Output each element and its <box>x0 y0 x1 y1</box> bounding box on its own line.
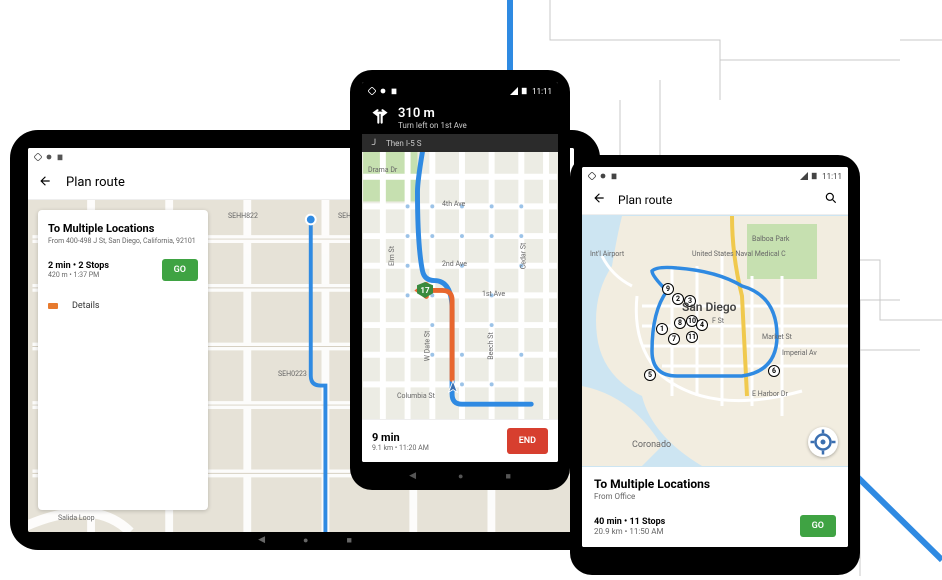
phone-navigation-device: 11:11 310 m Turn left on 1st Ave Then I-… <box>350 70 570 490</box>
plan-header: Plan route <box>582 185 848 215</box>
back-icon[interactable] <box>38 173 52 192</box>
route-duration: 2 min • 2 Stops <box>48 261 109 271</box>
bug-icon <box>379 87 387 95</box>
stop-pin[interactable]: 5 <box>644 369 656 381</box>
status-bar: 11:11 <box>362 82 558 100</box>
nav-back-icon[interactable]: ◀ <box>409 471 416 482</box>
nav-eta-panel: 9 min 9.1 km • 11:20 AM END <box>362 419 558 462</box>
delete-icon <box>610 172 618 180</box>
stop-chip-icon <box>48 303 58 309</box>
park-label: Balboa Park <box>752 235 789 243</box>
street-label: Imperial Av <box>782 349 817 357</box>
nav-then-text: Then I-5 S <box>386 139 421 148</box>
end-button[interactable]: END <box>507 428 548 454</box>
route-distance-eta: 20.9 km • 11:50 AM <box>594 527 665 536</box>
battery-icon <box>811 172 819 180</box>
go-button[interactable]: GO <box>162 259 198 281</box>
street-label: 1st Ave <box>482 290 505 298</box>
go-button[interactable]: GO <box>800 515 836 537</box>
delete-icon <box>390 87 398 95</box>
details-row[interactable]: Details <box>48 301 198 311</box>
tablet-soft-keys: ◀ ● ■ <box>10 535 600 546</box>
street-label: 4th Ave <box>442 200 465 208</box>
phone-nav-map[interactable]: 17 Drama Dr 4th Ave 2nd Ave 1st Ave Elm … <box>362 152 558 419</box>
route-duration: 40 min • 11 Stops <box>594 517 665 527</box>
nav-home-icon[interactable]: ● <box>303 535 308 546</box>
street-label: 2nd Ave <box>442 260 467 268</box>
diamond-icon <box>368 87 376 95</box>
route-from: From Office <box>594 492 836 501</box>
bug-icon <box>45 153 53 161</box>
phone-soft-keys: ◀ ● ■ <box>350 471 570 482</box>
nav-instruction-panel: 310 m Turn left on 1st Ave <box>362 100 558 134</box>
plan-route-card: To Multiple Locations From Office 40 min… <box>582 467 848 547</box>
street-label: Beech St <box>487 332 495 360</box>
battery-icon <box>521 87 529 95</box>
street-label: Market St <box>762 333 792 341</box>
stop-pin[interactable]: 8 <box>674 317 686 329</box>
city-label: San Diego <box>682 300 736 314</box>
street-label: W Date St <box>423 331 431 362</box>
street-label: Cedar St <box>519 243 527 270</box>
poi-label: United States Naval Medical C <box>692 250 786 258</box>
street-label: Columbia St <box>397 392 435 400</box>
then-arrow-icon <box>370 137 380 149</box>
bug-icon <box>599 172 607 180</box>
route-distance-eta: 420 m • 1:37 PM <box>48 271 109 279</box>
poi-label: Int'l Airport <box>590 250 624 258</box>
route-title: To Multiple Locations <box>594 477 836 491</box>
nav-recent-icon[interactable]: ■ <box>346 535 351 546</box>
page-title: Plan route <box>618 193 672 207</box>
diamond-icon <box>34 153 42 161</box>
status-bar: 11:11 <box>582 167 848 185</box>
phone-plan-device: 11:11 Plan route <box>570 155 860 575</box>
street-label: Drama Dr <box>368 166 397 174</box>
nav-back-icon[interactable]: ◀ <box>258 535 265 546</box>
diamond-icon <box>588 172 596 180</box>
locate-button[interactable] <box>808 427 838 457</box>
signal-icon <box>800 172 808 180</box>
current-position-icon <box>446 380 460 394</box>
back-icon[interactable] <box>592 190 606 209</box>
turn-left-icon <box>370 106 390 126</box>
map-label: Salida Loop <box>58 514 95 522</box>
status-time: 11:11 <box>532 87 552 96</box>
stop-pin[interactable]: 9 <box>662 283 674 295</box>
area-label: Coronado <box>632 440 671 450</box>
street-label: F St <box>712 317 724 325</box>
stop-pin[interactable]: 6 <box>768 365 780 377</box>
route-from: From 400-498 J St, San Diego, California… <box>48 237 198 245</box>
nav-home-icon[interactable]: ● <box>458 471 463 482</box>
street-label: E Harbor Dr <box>752 390 788 398</box>
nav-recent-icon[interactable]: ■ <box>505 471 510 482</box>
delete-icon <box>56 153 64 161</box>
signal-icon <box>510 87 518 95</box>
stop-pin[interactable]: 1 <box>656 323 668 335</box>
stop-pin[interactable]: 11 <box>686 331 698 343</box>
nav-instruction: Turn left on 1st Ave <box>398 121 467 130</box>
route-title: To Multiple Locations <box>48 222 198 235</box>
eta-time: 9 min <box>372 431 429 444</box>
stop-pin[interactable]: 7 <box>668 333 680 345</box>
phone-plan-map[interactable]: 9 2 3 1 8 10 4 7 11 5 6 San Diego Balboa… <box>582 215 848 467</box>
nav-distance: 310 m <box>398 106 467 121</box>
search-icon[interactable] <box>824 190 838 209</box>
route-card: To Multiple Locations From 400-498 J St,… <box>38 210 208 510</box>
details-label: Details <box>72 301 100 311</box>
page-title: Plan route <box>66 175 125 190</box>
street-label: Elm St <box>388 246 396 266</box>
eta-detail: 9.1 km • 11:20 AM <box>372 444 429 452</box>
crosshair-icon <box>808 427 838 457</box>
nav-then-panel: Then I-5 S <box>362 134 558 152</box>
status-time: 11:11 <box>822 172 842 181</box>
stop-pin[interactable]: 4 <box>696 319 708 331</box>
